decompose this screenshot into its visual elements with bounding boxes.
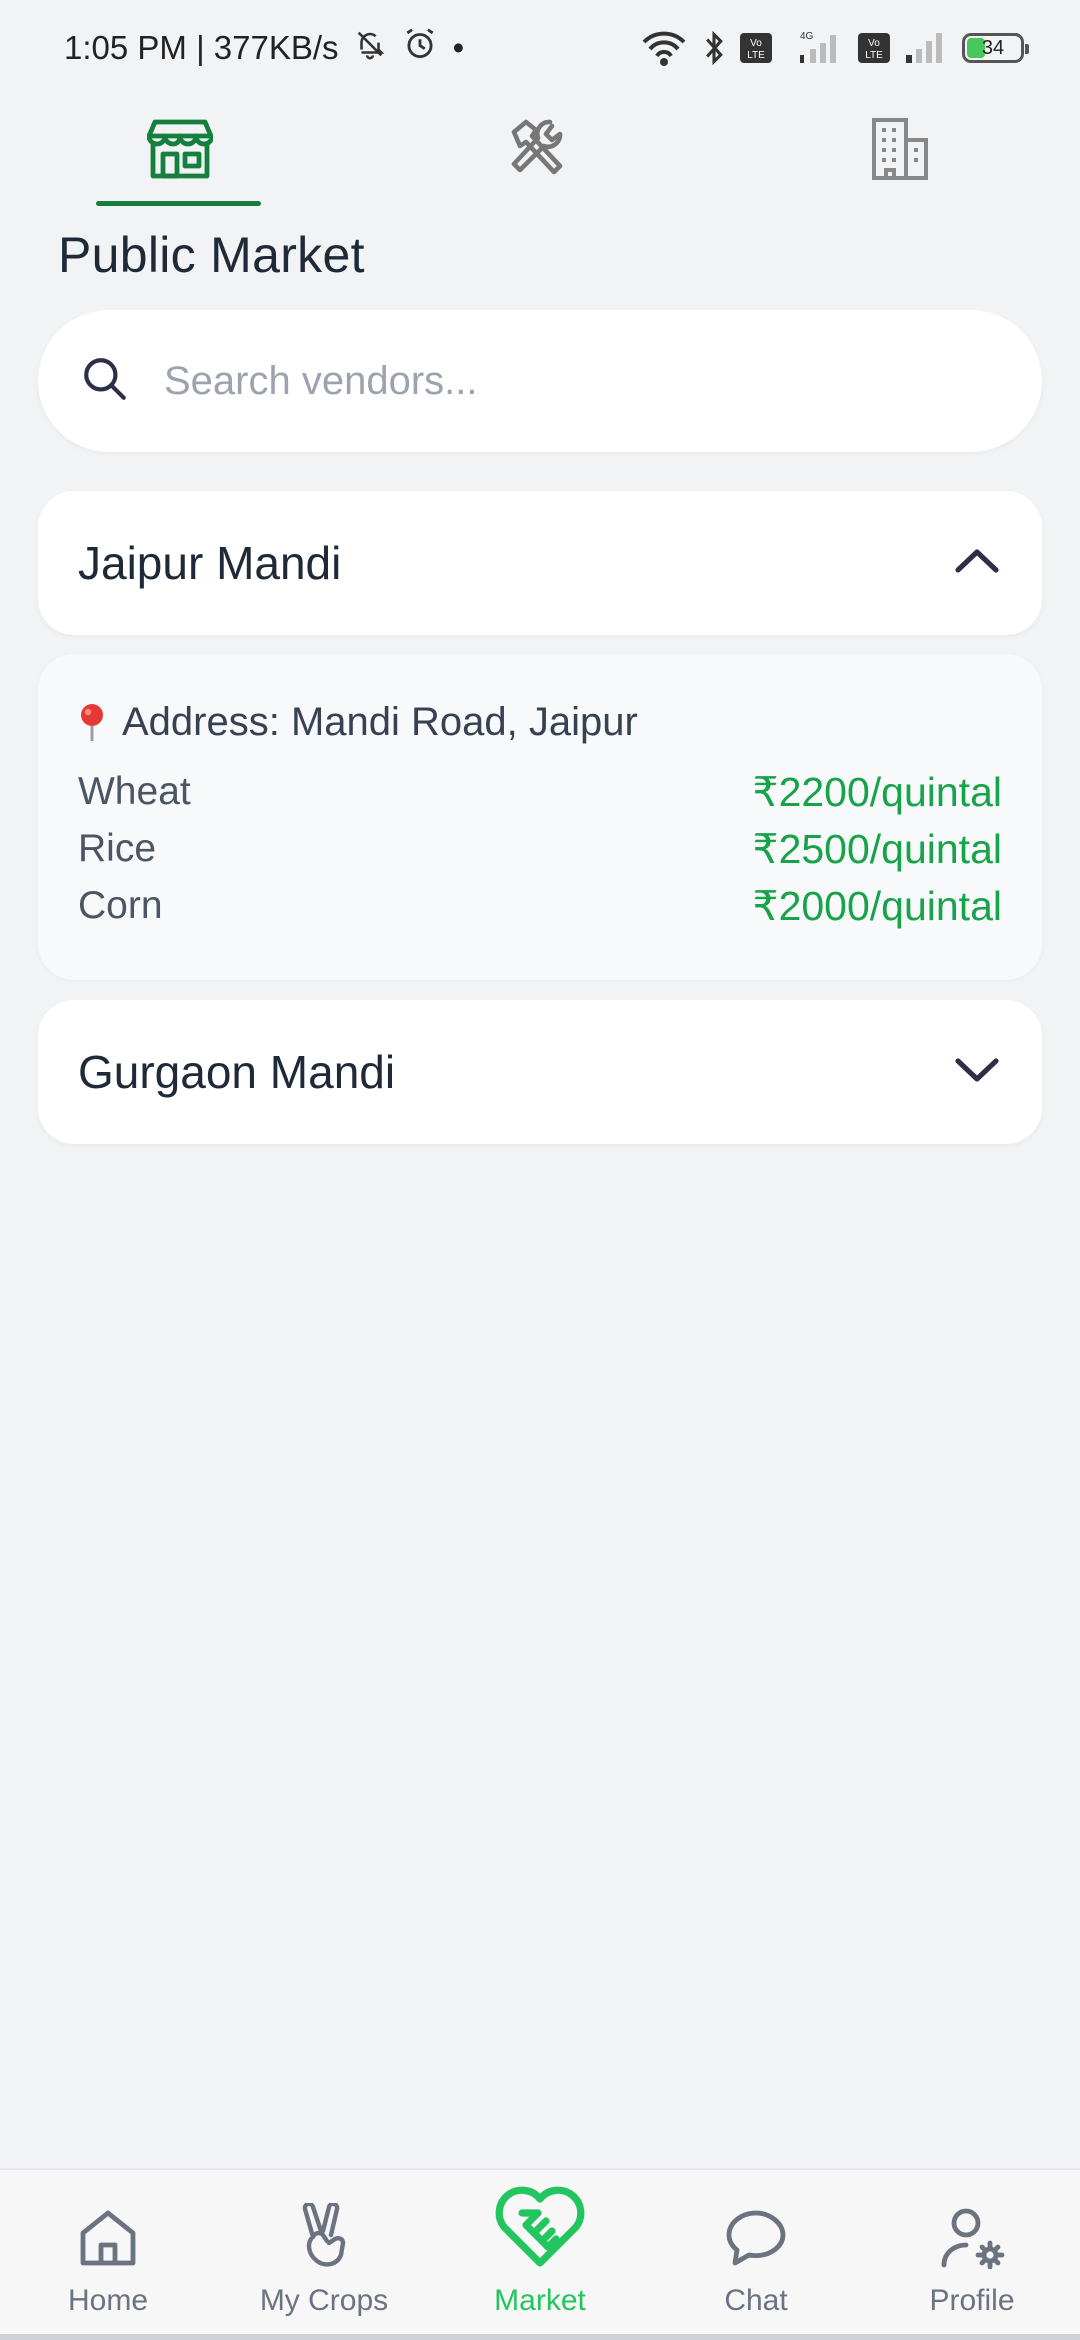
storefront-icon — [146, 118, 215, 185]
handshake-heart-icon — [494, 2185, 586, 2274]
crop-name: Corn — [78, 883, 163, 927]
tab-buildings[interactable] — [720, 96, 1080, 206]
svg-text:4G: 4G — [800, 31, 814, 42]
crop-price: ₹2500/quintal — [752, 825, 1002, 872]
peace-hand-icon — [293, 2201, 355, 2274]
chat-bubble-icon — [723, 2207, 789, 2274]
nav-item-my-crops[interactable]: My Crops — [216, 2170, 432, 2340]
mute-bell-icon — [353, 27, 387, 69]
nav-item-profile[interactable]: Profile — [864, 2170, 1080, 2340]
search-icon — [80, 354, 130, 409]
market-name: Gurgaon Mandi — [78, 1046, 396, 1098]
price-row: Wheat ₹2200/quintal — [78, 763, 1002, 820]
tools-icon — [506, 118, 574, 185]
address-text: Address: Mandi Road, Jaipur — [122, 700, 638, 744]
market-address: Address: Mandi Road, Jaipur — [78, 700, 1002, 745]
market-name: Jaipur Mandi — [78, 537, 342, 589]
status-right: Vo LTE 4G Vo LTE 34 — [640, 29, 1029, 67]
volte-icon-2: Vo LTE — [858, 33, 890, 63]
status-left: 1:05 PM | 377KB/s • — [64, 25, 464, 71]
svg-text:LTE: LTE — [865, 50, 883, 61]
building-icon — [870, 116, 930, 187]
crop-name: Wheat — [78, 769, 191, 813]
price-row: Corn ₹2000/quintal — [78, 877, 1002, 934]
bottom-navigation: Home My Crops Market Chat Profile — [0, 2168, 1080, 2340]
svg-text:Vo: Vo — [868, 38, 880, 49]
location-pin-icon — [78, 703, 106, 743]
notification-dot: • — [452, 29, 465, 66]
home-icon — [77, 2207, 139, 2274]
wifi-icon — [640, 30, 688, 66]
battery-level: 34 — [981, 36, 1005, 59]
gesture-bar — [0, 2334, 1080, 2340]
nav-label: My Crops — [259, 2284, 389, 2317]
alarm-icon — [401, 25, 439, 71]
profile-settings-icon — [938, 2205, 1006, 2274]
market-details-jaipur: Address: Mandi Road, Jaipur Wheat ₹2200/… — [38, 654, 1042, 980]
price-row: Rice ₹2500/quintal — [78, 820, 1002, 877]
status-bar: 1:05 PM | 377KB/s • Vo LTE 4G Vo LTE 34 — [0, 0, 1080, 96]
chevron-down-icon[interactable] — [954, 1055, 1000, 1090]
search-input[interactable] — [164, 358, 964, 404]
nav-item-chat[interactable]: Chat — [648, 2170, 864, 2340]
search-box[interactable] — [38, 310, 1042, 452]
bluetooth-icon — [702, 31, 726, 65]
crop-price: ₹2000/quintal — [752, 882, 1002, 929]
crop-name: Rice — [78, 826, 157, 870]
battery-icon: 34 — [962, 33, 1029, 63]
signal-4g-icon: 4G — [786, 29, 844, 67]
nav-item-home[interactable]: Home — [0, 2170, 216, 2340]
volte-icon: Vo LTE — [740, 33, 772, 63]
page-title: Public Market — [58, 227, 365, 283]
top-tab-bar — [0, 96, 1080, 206]
svg-text:LTE: LTE — [747, 50, 765, 61]
market-card-gurgaon[interactable]: Gurgaon Mandi — [38, 1000, 1042, 1144]
crop-price: ₹2200/quintal — [752, 768, 1002, 815]
app-screen: 1:05 PM | 377KB/s • Vo LTE 4G Vo LTE 34 … — [0, 0, 1080, 2340]
nav-label: Profile — [929, 2284, 1015, 2317]
nav-label: Market — [494, 2284, 586, 2317]
tab-tools[interactable] — [360, 96, 720, 206]
signal-icon — [904, 31, 948, 65]
nav-label: Home — [67, 2284, 149, 2317]
nav-item-market[interactable]: Market — [432, 2170, 648, 2340]
nav-label: Chat — [724, 2284, 788, 2317]
svg-text:Vo: Vo — [750, 38, 762, 49]
market-card-jaipur[interactable]: Jaipur Mandi — [38, 491, 1042, 635]
tab-public-market[interactable] — [0, 96, 360, 206]
chevron-up-icon[interactable] — [954, 546, 1000, 581]
status-time-speed: 1:05 PM | 377KB/s — [64, 29, 339, 66]
